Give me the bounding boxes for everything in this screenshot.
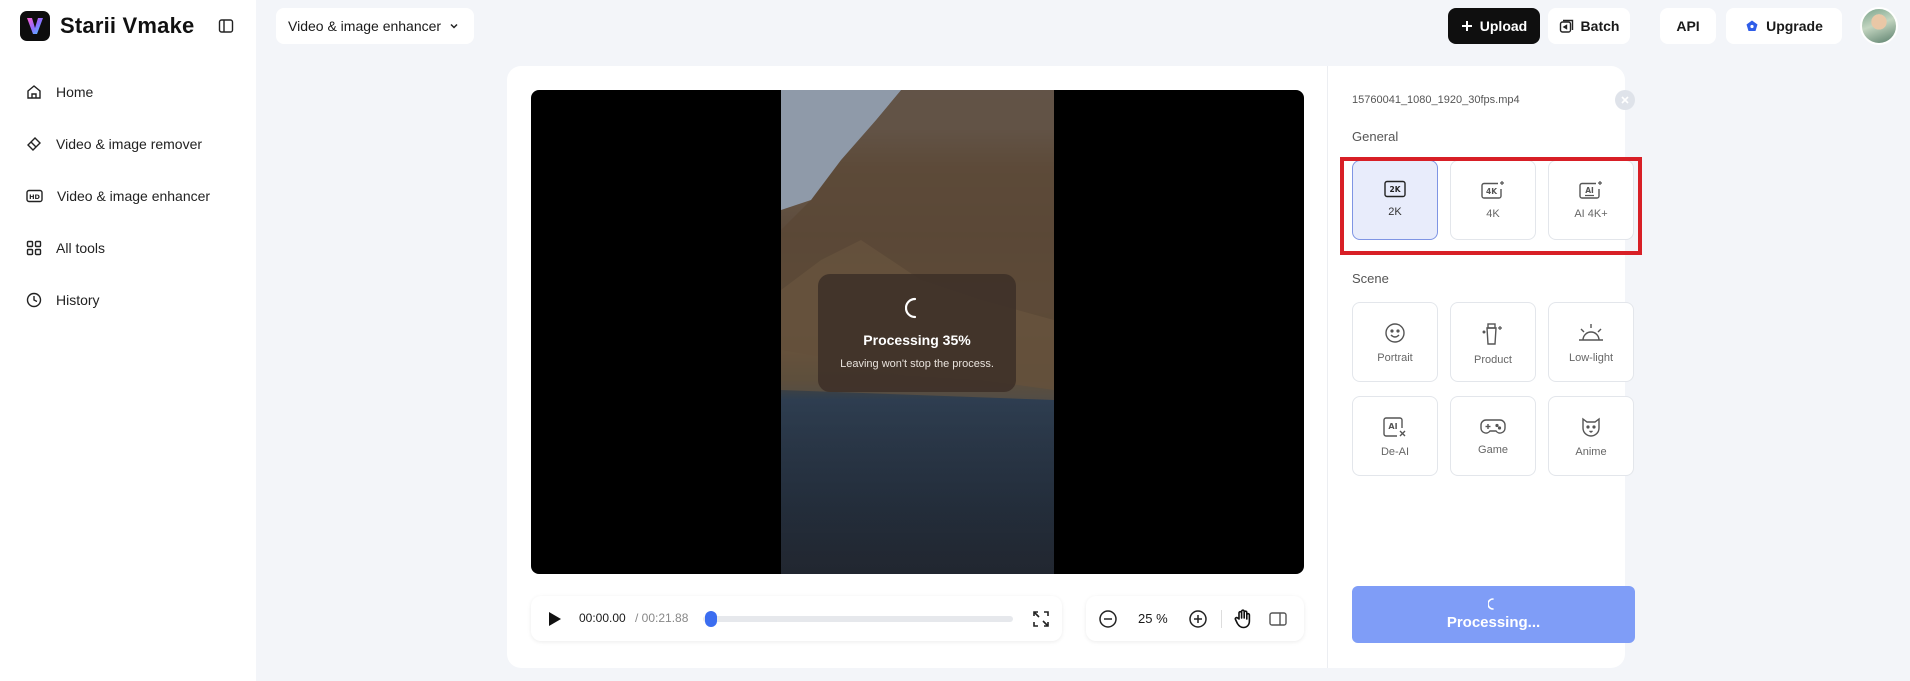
batch-button[interactable]: Batch: [1548, 8, 1630, 44]
clock-icon: [26, 292, 42, 308]
total-time: / 00:21.88: [635, 611, 689, 625]
scene-game[interactable]: Game: [1450, 396, 1536, 476]
sidebar: Starii Vmake Home Video & image remover …: [0, 0, 256, 681]
ai-sparkle-icon: AI: [1579, 181, 1602, 199]
user-avatar[interactable]: [1860, 7, 1898, 45]
sidebar-item-history[interactable]: History: [16, 280, 240, 320]
svg-text:HD: HD: [29, 193, 40, 201]
processing-note: Leaving won't stop the process.: [840, 358, 994, 370]
sidebar-item-all-tools[interactable]: All tools: [16, 228, 240, 268]
close-file-button[interactable]: [1615, 90, 1635, 110]
batch-icon: [1559, 19, 1573, 33]
option-label: Portrait: [1377, 352, 1413, 364]
option-2k[interactable]: 2K 2K: [1352, 160, 1438, 240]
play-icon[interactable]: [545, 610, 563, 628]
sidebar-item-label: All tools: [56, 240, 106, 256]
svg-text:AI: AI: [1585, 186, 1594, 195]
playback-controls: 00:00.00 / 00:21.88: [531, 596, 1062, 641]
scene-de-ai[interactable]: AI De-AI: [1352, 396, 1438, 476]
processing-button[interactable]: Processing...: [1352, 586, 1635, 643]
upgrade-button[interactable]: Upgrade: [1726, 8, 1842, 44]
processing-status: Processing 35%: [863, 332, 971, 348]
chevron-down-icon: [450, 23, 458, 29]
close-icon: [1621, 96, 1629, 104]
zoom-out-icon[interactable]: [1098, 609, 1118, 629]
product-bottle-icon: [1482, 323, 1502, 345]
eraser-icon: [27, 137, 41, 151]
scene-low-light[interactable]: Low-light: [1548, 302, 1634, 382]
svg-text:2K: 2K: [1389, 185, 1401, 194]
smile-face-icon: [1385, 323, 1405, 343]
hand-pan-icon[interactable]: [1232, 608, 1254, 630]
api-label: API: [1676, 18, 1700, 34]
upload-label: Upload: [1479, 18, 1528, 34]
general-section-label: General: [1352, 129, 1399, 144]
home-icon: [27, 85, 41, 99]
option-4k[interactable]: 4K 4K: [1450, 160, 1536, 240]
hd-icon: HD: [26, 189, 43, 203]
sidebar-item-home[interactable]: Home: [16, 72, 240, 112]
current-time: 00:00.00: [579, 611, 626, 625]
sidebar-item-label: History: [56, 292, 100, 308]
compare-split-icon[interactable]: [1268, 609, 1288, 629]
option-label: Low-light: [1568, 352, 1614, 364]
option-label: AI 4K+: [1574, 208, 1608, 220]
sidebar-item-label: Home: [56, 84, 94, 100]
tool-selector-dropdown[interactable]: Video & image enhancer: [276, 8, 474, 44]
batch-label: Batch: [1580, 18, 1620, 34]
fullscreen-icon[interactable]: [1031, 609, 1051, 629]
svg-text:AI: AI: [1388, 422, 1397, 431]
crown-icon: [1746, 20, 1758, 31]
ai-remove-icon: AI: [1383, 417, 1406, 437]
option-label: 4K: [1486, 208, 1500, 220]
sidebar-item-enhancer[interactable]: HD Video & image enhancer: [16, 176, 240, 216]
option-label: 2K: [1388, 206, 1402, 218]
upload-button[interactable]: Upload: [1448, 8, 1540, 44]
loading-spinner-icon: [1487, 598, 1494, 610]
vmake-logo-icon: [20, 11, 50, 41]
plus-icon: [1461, 21, 1472, 31]
sidebar-nav: Home Video & image remover HD Video & im…: [16, 72, 240, 332]
seek-bar[interactable]: [703, 616, 1013, 622]
option-label: Anime: [1575, 446, 1607, 458]
zoom-level: 25 %: [1138, 611, 1168, 626]
loading-spinner-icon: [905, 297, 917, 319]
zoom-controls: 25 %: [1086, 596, 1304, 641]
grid-icon: [26, 240, 42, 256]
scene-anime[interactable]: Anime: [1548, 396, 1634, 476]
collapse-sidebar-icon[interactable]: [216, 16, 236, 36]
option-ai-4k-plus[interactable]: AI AI 4K+: [1548, 160, 1634, 240]
tool-selector-label: Video & image enhancer: [288, 18, 442, 34]
option-label: Game: [1478, 444, 1508, 456]
file-name: 15760041_1080_1920_30fps.mp4: [1352, 94, 1520, 106]
sidebar-item-label: Video & image enhancer: [57, 188, 211, 204]
api-button[interactable]: API: [1660, 8, 1716, 44]
app-logo[interactable]: Starii Vmake: [20, 10, 194, 42]
4k-sparkle-icon: 4K: [1481, 181, 1504, 199]
upgrade-label: Upgrade: [1766, 18, 1823, 34]
sidebar-item-remover[interactable]: Video & image remover: [16, 124, 240, 164]
option-label: De-AI: [1380, 446, 1410, 458]
scene-portrait[interactable]: Portrait: [1352, 302, 1438, 382]
sidebar-item-label: Video & image remover: [56, 136, 203, 152]
svg-text:4K: 4K: [1486, 187, 1498, 196]
panel-divider: [1327, 66, 1328, 668]
processing-button-label: Processing...: [1446, 614, 1541, 631]
seek-bar-handle[interactable]: [705, 611, 717, 627]
processing-overlay: Processing 35% Leaving won't stop the pr…: [818, 274, 1016, 392]
sunrise-icon: [1579, 324, 1603, 341]
anime-bear-icon: [1582, 417, 1600, 437]
app-name: Starii Vmake: [60, 13, 195, 38]
2k-icon: 2K: [1384, 180, 1406, 198]
scene-product[interactable]: Product: [1450, 302, 1536, 382]
scene-section-label: Scene: [1352, 271, 1389, 286]
gamepad-icon: [1480, 419, 1506, 434]
zoom-divider: [1221, 610, 1222, 628]
zoom-in-icon[interactable]: [1188, 609, 1208, 629]
option-label: Product: [1474, 354, 1512, 366]
